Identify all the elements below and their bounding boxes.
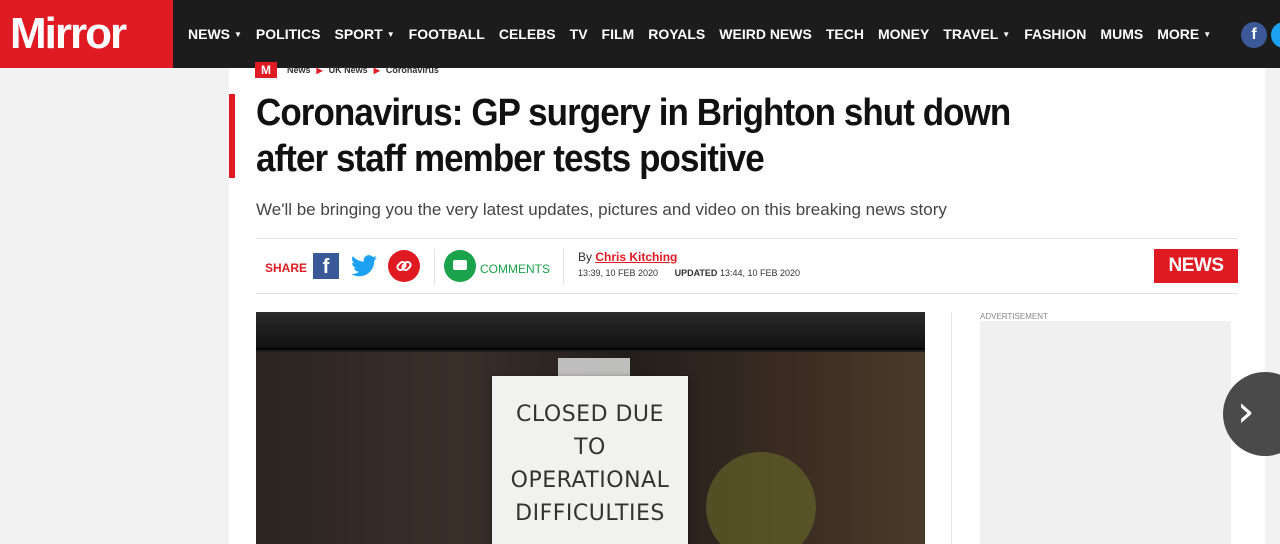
- nav-item-label: TRAVEL: [943, 26, 999, 42]
- sidebar-divider: [951, 312, 952, 544]
- chevron-down-icon: ▼: [234, 29, 242, 39]
- chevron-down-icon: ▼: [386, 29, 395, 39]
- closed-sign: CLOSED DUE TO OPERATIONAL DIFFICULTIES: [492, 376, 688, 544]
- nav-item-label: MORE: [1157, 26, 1200, 42]
- nav-item-money[interactable]: MONEY: [878, 26, 929, 42]
- nav-item-royals[interactable]: ROYALS: [648, 26, 705, 42]
- nav-item-film[interactable]: FILM: [602, 26, 635, 42]
- nav-item-mums[interactable]: MUMS: [1100, 26, 1143, 42]
- nav-item-fashion[interactable]: FASHION: [1024, 26, 1086, 42]
- article-standfirst: We'll be bringing you the very latest up…: [256, 200, 947, 219]
- nav-item-tv[interactable]: TV: [570, 26, 588, 42]
- advertisement-slot[interactable]: [980, 321, 1231, 544]
- breadcrumb-separator-icon: ▶: [316, 65, 323, 75]
- nav-item-label: POLITICS: [255, 26, 321, 42]
- share-label: SHARE: [265, 261, 308, 275]
- nav-item-label: WEIRD NEWS: [719, 26, 812, 42]
- twitter-share-icon[interactable]: [351, 254, 377, 278]
- updated-time: 13:44, 10 FEB 2020: [719, 268, 800, 278]
- sign-line: OPERATIONAL: [510, 468, 670, 493]
- sign-line: TO: [574, 435, 606, 460]
- nav-item-travel[interactable]: TRAVEL ▼: [943, 26, 1010, 42]
- mirror-logo[interactable]: Mirror: [0, 0, 173, 68]
- published-time: 13:39, 10 FEB 2020: [578, 268, 659, 278]
- nav-item-label: TECH: [825, 26, 864, 42]
- advertisement-label: ADVERTISEMENT: [980, 312, 1048, 321]
- top-navigation-bar: Mirror NEWS ▼ POLITICS SPORT ▼ FOOTBALL CELEBS…: [0, 0, 1280, 68]
- breadcrumb-separator-icon: ▶: [373, 65, 380, 75]
- nav-item-news[interactable]: NEWS ▼: [188, 26, 242, 42]
- author-link[interactable]: Chris Kitching: [595, 250, 677, 264]
- article-container: M News ▶ UK News ▶ Coronavirus Coronavir…: [229, 62, 1265, 544]
- byline-prefix: By: [578, 250, 593, 264]
- section-badge[interactable]: NEWS: [1154, 249, 1238, 283]
- nav-item-label: FILM: [601, 26, 635, 42]
- sign-line: CLOSED DUE: [516, 402, 664, 427]
- meta-divider: [434, 249, 435, 285]
- article-dates: 13:39, 10 FEB 2020 UPDATED 13:44, 10 FEB…: [578, 268, 800, 278]
- meta-divider: [563, 249, 564, 285]
- byline: By Chris Kitching: [578, 250, 677, 264]
- nav-item-tech[interactable]: TECH: [826, 26, 864, 42]
- nav-item-football[interactable]: FOOTBALL: [409, 26, 485, 42]
- article-meta-bar: SHARE f COMMENTS By Chris Kitching 13:39…: [256, 238, 1238, 294]
- nav-item-label: FASHION: [1024, 26, 1087, 42]
- article-headline: Coronavirus: GP surgery in Brighton shut…: [256, 92, 1011, 180]
- nav-item-more[interactable]: MORE ▼: [1157, 26, 1211, 42]
- updated-label: UPDATED: [674, 268, 718, 278]
- nav-item-weird-news[interactable]: WEIRD NEWS: [719, 26, 812, 42]
- nav-item-label: CELEBS: [498, 26, 556, 42]
- article-hero-image[interactable]: CLOSED DUE TO OPERATIONAL DIFFICULTIES: [256, 312, 925, 544]
- nav-item-politics[interactable]: POLITICS: [256, 26, 321, 42]
- nav-item-label: ROYALS: [648, 26, 706, 42]
- facebook-share-icon[interactable]: f: [313, 253, 339, 279]
- comments-link[interactable]: COMMENTS: [480, 262, 550, 276]
- nav-item-label: NEWS: [188, 26, 230, 42]
- comments-icon[interactable]: [444, 250, 476, 282]
- twitter-icon[interactable]: t: [1271, 22, 1280, 48]
- nav-item-label: SPORT: [334, 26, 383, 42]
- main-nav: NEWS ▼ POLITICS SPORT ▼ FOOTBALL CELEBS TV FILM R…: [188, 0, 1225, 68]
- nav-item-label: TV: [569, 26, 588, 42]
- chevron-down-icon: ▼: [1002, 29, 1011, 39]
- nav-item-label: MONEY: [877, 26, 930, 42]
- breadcrumb-item-news[interactable]: News: [287, 65, 311, 75]
- nav-item-label: MUMS: [1100, 26, 1144, 42]
- nav-item-celebs[interactable]: CELEBS: [499, 26, 556, 42]
- mirror-mini-logo-icon[interactable]: M: [255, 62, 277, 78]
- headline-accent-bar: [229, 94, 235, 178]
- chevron-down-icon: ▼: [1203, 29, 1212, 39]
- sign-line: DIFFICULTIES: [515, 501, 665, 526]
- chevron-right-icon: ›: [1237, 386, 1255, 437]
- nav-item-label: FOOTBALL: [408, 26, 485, 42]
- breadcrumb-item-uk-news[interactable]: UK News: [329, 65, 368, 75]
- breadcrumb-item-coronavirus[interactable]: Coronavirus: [386, 65, 439, 75]
- copy-link-icon[interactable]: [388, 250, 420, 282]
- breadcrumb: M News ▶ UK News ▶ Coronavirus: [255, 62, 439, 78]
- facebook-icon[interactable]: f: [1241, 22, 1267, 48]
- nav-item-sport[interactable]: SPORT ▼: [334, 26, 394, 42]
